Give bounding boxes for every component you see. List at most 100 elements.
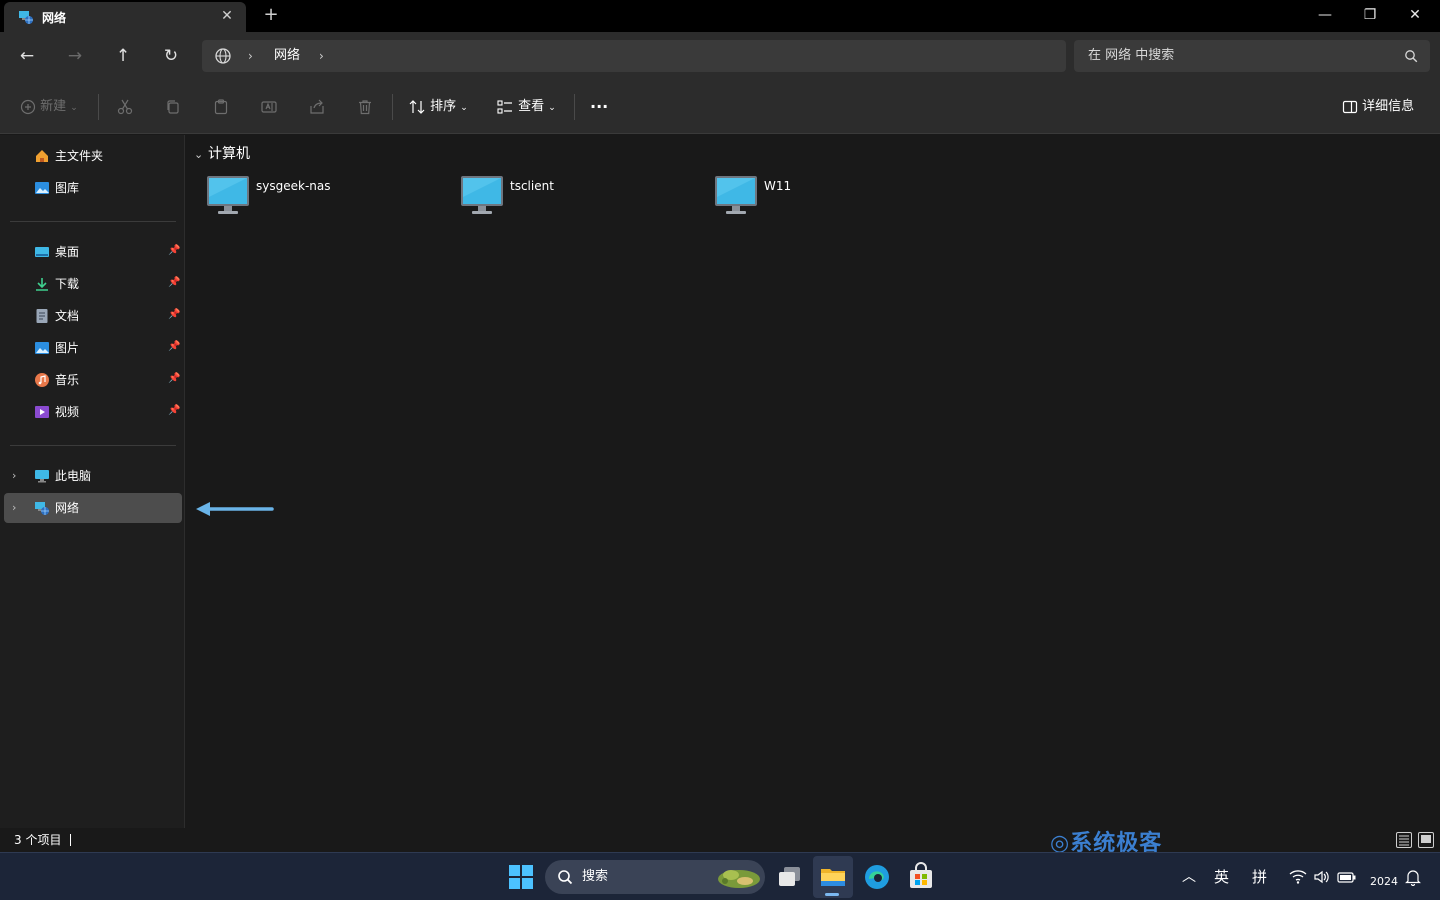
sidebar-item-label: 主文件夹 — [55, 149, 104, 163]
globe-icon — [215, 48, 231, 64]
sidebar-item-downloads[interactable]: 下载 📌 — [4, 269, 182, 299]
computer-item[interactable]: sysgeek-nas — [206, 173, 446, 217]
paste-button[interactable] — [212, 96, 230, 118]
search-highlight-icon — [718, 870, 760, 888]
divider — [10, 221, 176, 222]
videos-icon — [35, 406, 49, 418]
group-header[interactable]: ⌄ 计算机 — [194, 145, 250, 164]
trash-icon — [359, 99, 371, 114]
wifi-icon[interactable] — [1289, 869, 1307, 885]
sidebar-item-music[interactable]: 音乐 📌 — [4, 365, 182, 395]
forward-button[interactable]: → — [60, 42, 90, 70]
rename-icon — [261, 100, 277, 113]
pin-icon[interactable]: 📌 — [168, 309, 180, 323]
minimize-button[interactable]: — — [1302, 0, 1348, 30]
gallery-icon — [35, 182, 49, 194]
large-icons-view-icon[interactable] — [1418, 832, 1434, 848]
tab-network[interactable]: 网络 ✕ — [4, 2, 246, 32]
pin-icon[interactable]: 📌 — [168, 373, 180, 387]
volume-icon[interactable] — [1313, 869, 1331, 885]
sidebar-item-pictures[interactable]: 图片 📌 — [4, 333, 182, 363]
search-input[interactable]: 在 网络 中搜索 — [1074, 40, 1430, 72]
clock[interactable]: 2024 — [1370, 875, 1398, 889]
pin-icon[interactable]: 📌 — [168, 277, 180, 291]
breadcrumb-network[interactable]: 网络 — [274, 47, 300, 65]
sidebar-item-home[interactable]: 主文件夹 — [4, 141, 182, 171]
home-icon — [36, 150, 48, 162]
pin-icon[interactable]: 📌 — [168, 405, 180, 419]
sidebar-item-desktop[interactable]: 桌面 📌 — [4, 237, 182, 267]
ime-language-indicator[interactable]: 英 — [1214, 867, 1229, 887]
network-icon — [19, 11, 33, 24]
search-icon — [1405, 50, 1418, 63]
new-label: 新建 — [40, 99, 67, 114]
pictures-icon — [35, 342, 49, 354]
more-options-button[interactable]: ··· — [590, 96, 608, 118]
title-bar: 网络 ✕ + — ❐ ✕ — [0, 0, 1440, 32]
address-bar-row: ← → ↑ ↻ › 网络 › 在 网络 中搜索 — [0, 32, 1440, 80]
taskbar-search[interactable]: 搜索 — [545, 860, 765, 894]
annotation-arrow-icon — [196, 502, 274, 516]
file-explorer-icon[interactable] — [817, 861, 849, 893]
download-icon — [36, 278, 48, 291]
new-button[interactable]: 新建 ⌄ — [20, 96, 78, 118]
sidebar-item-this-pc[interactable]: › 此电脑 — [4, 461, 182, 491]
computer-icon — [207, 176, 249, 214]
sidebar-item-network[interactable]: › 网络 — [4, 493, 182, 523]
sidebar-item-label: 音乐 — [55, 373, 80, 387]
sidebar-item-label: 此电脑 — [55, 469, 92, 483]
sidebar-item-label: 桌面 — [55, 245, 80, 259]
pin-icon[interactable]: 📌 — [168, 245, 180, 259]
new-tab-button[interactable]: + — [260, 4, 282, 26]
close-button[interactable]: ✕ — [1392, 0, 1438, 30]
computer-item[interactable]: W11 — [714, 173, 954, 217]
navigation-pane: 主文件夹 图库 桌面 📌 下载 📌 文档 📌 图片 📌 音乐 📌 视频 📌 › … — [0, 135, 185, 828]
tab-title: 网络 — [42, 11, 67, 25]
address-field[interactable]: › 网络 › — [202, 40, 1066, 72]
desktop-icon — [35, 247, 49, 257]
share-icon — [310, 99, 324, 114]
divider — [98, 94, 99, 120]
breadcrumb-chevron-icon[interactable]: › — [248, 47, 253, 65]
rename-button[interactable] — [260, 96, 278, 118]
delete-button[interactable] — [356, 96, 374, 118]
copy-icon — [167, 99, 179, 114]
details-pane-button[interactable]: 详细信息 — [1342, 96, 1414, 118]
copy-button[interactable] — [164, 96, 182, 118]
breadcrumb-chevron-icon[interactable]: › — [319, 47, 324, 65]
refresh-button[interactable]: ↻ — [156, 42, 186, 70]
view-button[interactable]: 查看 ⌄ — [496, 96, 556, 118]
show-hidden-icons-chevron-icon[interactable]: ︿ — [1182, 867, 1196, 887]
view-icon — [497, 99, 512, 114]
sidebar-item-gallery[interactable]: 图库 — [4, 173, 182, 203]
task-view-icon[interactable] — [774, 861, 806, 893]
sidebar-item-documents[interactable]: 文档 📌 — [4, 301, 182, 331]
battery-icon[interactable] — [1337, 869, 1357, 885]
ime-mode-indicator[interactable]: 拼 — [1252, 867, 1267, 887]
computer-item[interactable]: tsclient — [460, 173, 700, 217]
notification-bell-icon[interactable] — [1405, 868, 1421, 886]
windows-start-icon[interactable] — [505, 861, 537, 893]
up-button[interactable]: ↑ — [108, 42, 138, 70]
microsoft-store-icon[interactable] — [905, 861, 937, 893]
sort-button[interactable]: 排序 ⌄ — [408, 96, 468, 118]
status-divider — [70, 834, 71, 846]
plus-circle-icon — [20, 99, 36, 114]
pin-icon[interactable]: 📌 — [168, 341, 180, 355]
cut-button[interactable] — [116, 96, 134, 118]
chevron-right-icon[interactable]: › — [12, 501, 16, 515]
command-bar: 新建 ⌄ 排序 ⌄ 查看 ⌄ ··· 详细信息 — [0, 80, 1440, 134]
computer-icon — [461, 176, 503, 214]
edge-browser-icon[interactable] — [861, 861, 893, 893]
maximize-button[interactable]: ❐ — [1347, 0, 1393, 30]
active-indicator — [825, 893, 839, 896]
share-button[interactable] — [308, 96, 326, 118]
sidebar-item-label: 视频 — [55, 405, 80, 419]
scissors-icon — [117, 99, 133, 114]
sidebar-item-videos[interactable]: 视频 📌 — [4, 397, 182, 427]
back-button[interactable]: ← — [12, 42, 42, 70]
details-view-icon[interactable] — [1396, 832, 1412, 848]
chevron-right-icon[interactable]: › — [12, 469, 16, 483]
music-icon — [35, 373, 49, 387]
tab-close-icon[interactable]: ✕ — [218, 7, 236, 25]
